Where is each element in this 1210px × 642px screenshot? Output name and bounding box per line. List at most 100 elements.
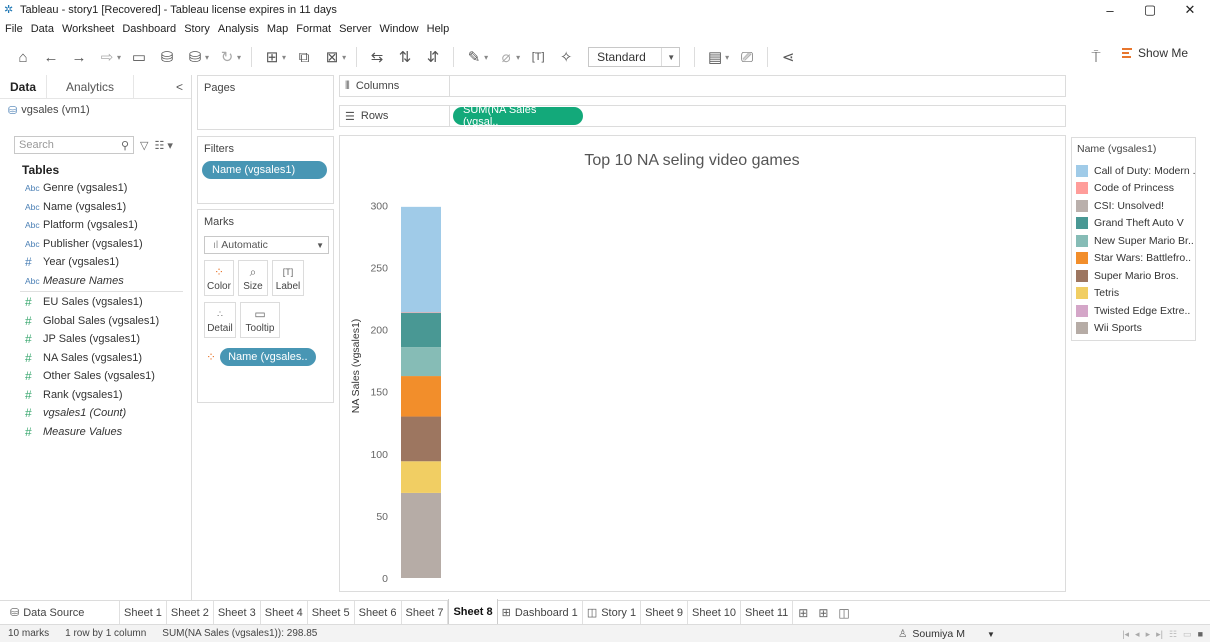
show-cards-icon[interactable]: ▤ <box>706 45 724 69</box>
new-datasource-icon[interactable]: ⛁ <box>158 45 176 69</box>
new-dashboard-tab-icon[interactable]: ⊞ <box>813 606 833 620</box>
tab-dashboard-1[interactable]: ⊞ Dashboard 1 <box>498 600 583 625</box>
pause-updates-icon[interactable]: ⛁ <box>186 45 204 69</box>
tab-sheet-9[interactable]: Sheet 9 <box>641 600 688 625</box>
menu-window[interactable]: Window <box>380 23 419 35</box>
fit-select[interactable]: Standard ▼ <box>588 47 681 67</box>
last-sheet-icon[interactable]: ▸| <box>1156 629 1163 640</box>
tab-sheet-2[interactable]: Sheet 2 <box>167 600 214 625</box>
tooltip-button[interactable]: ▭ Tooltip <box>240 302 280 338</box>
menu-dashboard[interactable]: Dashboard <box>122 23 176 35</box>
legend-item[interactable]: Wii Sports <box>1072 320 1195 338</box>
field-measure-values[interactable]: # Measure Values <box>0 423 191 442</box>
field-publisher[interactable]: Abc Publisher (vgsales1) <box>0 235 191 254</box>
forward-icon[interactable]: ⇨ <box>98 45 116 69</box>
new-worksheet-dropdown-icon[interactable]: ▾ <box>282 53 286 62</box>
show-labels-icon[interactable]: [T] <box>529 45 547 69</box>
menu-data[interactable]: Data <box>31 23 54 35</box>
refresh-icon[interactable]: ↻ <box>218 45 236 69</box>
legend-item[interactable]: Grand Theft Auto V <box>1072 215 1195 233</box>
user-menu[interactable]: ♙ Soumiya M ▼ <box>898 625 995 642</box>
refresh-dropdown-icon[interactable]: ▾ <box>237 53 241 62</box>
tab-sheet-3[interactable]: Sheet 3 <box>214 600 261 625</box>
legend-item[interactable]: Code of Princess <box>1072 180 1195 198</box>
datasource-item[interactable]: ⛁ vgsales (vm1) <box>0 99 191 121</box>
bar-segment[interactable] <box>401 416 441 462</box>
tab-sheet-11[interactable]: Sheet 11 <box>741 600 794 625</box>
maximize-button[interactable]: ▢ <box>1130 0 1170 20</box>
tab-analytics[interactable]: Analytics <box>46 74 135 99</box>
tab-sheet-5[interactable]: Sheet 5 <box>308 600 355 625</box>
prev-sheet-icon[interactable]: ◂ <box>1135 629 1140 640</box>
forward-dropdown-icon[interactable]: ▾ <box>117 53 121 62</box>
legend-item[interactable]: Tetris <box>1072 285 1195 303</box>
menu-server[interactable]: Server <box>339 23 371 35</box>
field-global-sales[interactable]: # Global Sales (vgsales1) <box>0 312 191 331</box>
menu-file[interactable]: File <box>5 23 23 35</box>
new-story-tab-icon[interactable]: ◫ <box>833 606 854 620</box>
sort-descending-icon[interactable]: ⇵ <box>424 45 442 69</box>
bar-segment[interactable] <box>401 312 441 348</box>
bar-segment[interactable] <box>401 206 441 313</box>
menu-worksheet[interactable]: Worksheet <box>62 23 114 35</box>
detail-button[interactable]: ∴ Detail <box>204 302 236 338</box>
menu-story[interactable]: Story <box>184 23 210 35</box>
presentation-mode-icon[interactable]: ⎚ <box>738 45 756 69</box>
show-sheet-sorter-icon[interactable]: ☷ <box>1169 629 1177 640</box>
swap-rows-columns-icon[interactable]: ⇆ <box>368 45 386 69</box>
bar-segment[interactable] <box>401 461 441 493</box>
first-sheet-icon[interactable]: |◂ <box>1122 629 1129 640</box>
color-button[interactable]: ⁘ Color <box>204 260 234 296</box>
undo-icon[interactable]: ← <box>42 45 60 69</box>
datasource-dropdown-icon[interactable]: ▾ <box>205 53 209 62</box>
duplicate-sheet-icon[interactable]: ⧉ <box>295 45 313 69</box>
group-dropdown-icon[interactable]: ▾ <box>516 53 520 62</box>
field-platform[interactable]: Abc Platform (vgsales1) <box>0 216 191 235</box>
field-name[interactable]: Abc Name (vgsales1) <box>0 198 191 217</box>
filter-icon[interactable]: ▽ <box>140 139 148 152</box>
label-button[interactable]: [T] Label <box>272 260 304 296</box>
legend-item[interactable]: CSI: Unsolved! <box>1072 197 1195 215</box>
clear-dropdown-icon[interactable]: ▾ <box>342 53 346 62</box>
menu-analysis[interactable]: Analysis <box>218 23 259 35</box>
tab-sheet-7[interactable]: Sheet 7 <box>402 600 449 625</box>
legend-item[interactable]: Call of Duty: Modern .. <box>1072 162 1195 180</box>
bar-segment[interactable] <box>401 347 441 377</box>
bar-segment[interactable] <box>401 312 441 313</box>
field-count[interactable]: # vgsales1 (Count) <box>0 404 191 423</box>
tab-sheet-4[interactable]: Sheet 4 <box>261 600 308 625</box>
chart-view[interactable]: Top 10 NA seling video games NA Sales (v… <box>339 135 1066 592</box>
redo-icon[interactable]: → <box>70 45 88 69</box>
legend-item[interactable]: New Super Mario Br.. <box>1072 232 1195 250</box>
bar-segment[interactable] <box>401 376 441 417</box>
field-rank[interactable]: # Rank (vgsales1) <box>0 386 191 405</box>
field-measure-names[interactable]: Abc Measure Names <box>0 272 191 291</box>
highlight-dropdown-icon[interactable]: ▾ <box>484 53 488 62</box>
share-icon[interactable]: ⋖ <box>779 45 797 69</box>
field-eu-sales[interactable]: # EU Sales (vgsales1) <box>0 293 191 312</box>
legend-item[interactable]: Star Wars: Battlefro.. <box>1072 250 1195 268</box>
home-icon[interactable]: ⌂ <box>14 45 32 69</box>
pages-card[interactable]: Pages <box>197 75 334 130</box>
next-sheet-icon[interactable]: ▸ <box>1146 629 1151 640</box>
size-button[interactable]: ⌕ Size <box>238 260 268 296</box>
show-tabs-icon[interactable]: ■ <box>1198 629 1203 639</box>
ask-data-icon[interactable]: ⍑ <box>1087 45 1105 69</box>
bar-segment[interactable] <box>401 492 441 578</box>
tab-data-source[interactable]: ⛁ Data Source <box>0 600 120 625</box>
sort-ascending-icon[interactable]: ⇅ <box>396 45 414 69</box>
filter-pill-name[interactable]: Name (vgsales1) <box>202 161 327 179</box>
rows-shelf[interactable]: ☰ Rows SUM(NA Sales (vgsal.. <box>339 104 1066 128</box>
new-worksheet-tab-icon[interactable]: ⊞ <box>793 606 813 620</box>
mark-type-select[interactable]: ıl Automatic ▼ <box>204 236 329 254</box>
search-input[interactable]: Search ⚲ <box>14 136 134 154</box>
tab-sheet-10[interactable]: Sheet 10 <box>688 600 742 625</box>
save-icon[interactable]: ▭ <box>130 45 148 69</box>
tab-sheet-6[interactable]: Sheet 6 <box>355 600 402 625</box>
cards-dropdown-icon[interactable]: ▾ <box>725 53 729 62</box>
new-worksheet-icon[interactable]: ⊞ <box>263 45 281 69</box>
group-icon[interactable]: ⌀ <box>497 45 515 69</box>
tab-story-1[interactable]: ◫ Story 1 <box>583 600 642 625</box>
tab-data[interactable]: Data <box>0 75 46 99</box>
show-filmstrip-icon[interactable]: ▭ <box>1183 629 1192 640</box>
